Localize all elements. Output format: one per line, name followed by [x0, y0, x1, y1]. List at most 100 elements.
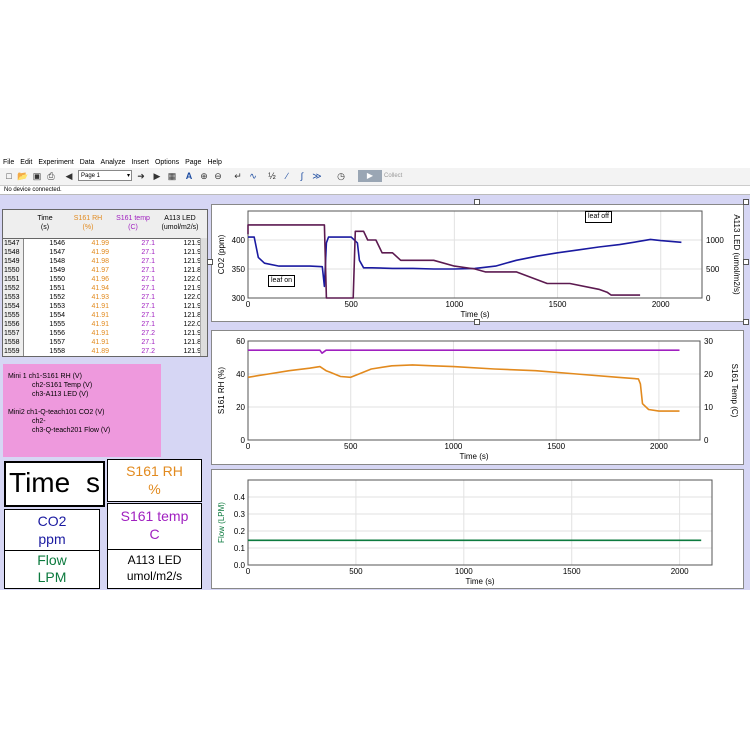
table-cell: 27.1	[141, 303, 155, 310]
table-row[interactable]: 1559 1558 41.89 27.2 121.9	[3, 347, 207, 356]
graph-resize-handle[interactable]	[743, 259, 749, 265]
column-header[interactable]: Time (s)	[25, 214, 65, 232]
row-number: 1553	[4, 294, 20, 301]
tangent-icon[interactable]: ∿	[247, 170, 259, 182]
column-header[interactable]: A113 LED (umol/m2/s)	[155, 214, 205, 232]
forward-arrow-icon[interactable]: ➜	[135, 170, 147, 182]
menu-item-file[interactable]: File	[0, 157, 17, 168]
series-line[interactable]	[248, 236, 682, 288]
graph-resize-handle[interactable]	[474, 319, 480, 325]
table-nav-icon[interactable]: ▶	[151, 170, 163, 182]
table-row[interactable]: 1556 1555 41.91 27.1 122.0	[3, 320, 207, 329]
time-meter-unit: s	[86, 467, 100, 498]
y-tick-label: 350	[232, 265, 246, 274]
open-folder-icon[interactable]: 📂	[17, 170, 29, 182]
table-row[interactable]: 1552 1551 41.94 27.1 121.9	[3, 284, 207, 293]
x-tick-label: 0	[246, 300, 251, 309]
y-right-tick-label: 500	[706, 265, 720, 274]
x-tick-label: 2000	[650, 442, 668, 451]
graph-resize-handle[interactable]	[474, 199, 480, 205]
table-cell: 1558	[49, 348, 65, 355]
table-row[interactable]: 1547 1546 41.99 27.1 121.9	[3, 239, 207, 248]
co2-meter[interactable]: CO2 ppm	[4, 509, 100, 551]
table-row[interactable]: 1554 1553 41.91 27.1 121.9	[3, 302, 207, 311]
linear-fit-icon[interactable]: ∕	[281, 170, 293, 182]
y-axis-label: Flow (LPM)	[217, 502, 226, 543]
note-line: Mini2 ch1-Q-teach101 CO2 (V)	[8, 409, 105, 416]
table-scrollbar[interactable]	[200, 238, 207, 356]
table-cell: 121.9	[183, 303, 201, 310]
back-arrow-icon[interactable]: ◀	[63, 170, 75, 182]
model-icon[interactable]: ≫	[311, 170, 323, 182]
series-line[interactable]	[247, 364, 680, 412]
table-row[interactable]: 1558 1557 41.91 27.1 121.8	[3, 338, 207, 347]
series-line[interactable]	[247, 224, 641, 299]
data-table[interactable]: Time (s) S161 RH (%) S161 temp (C) A113 LED (um…	[2, 209, 208, 357]
y-tick-label: 0.4	[234, 493, 246, 502]
table-row[interactable]: 1551 1550 41.96 27.1 122.0	[3, 275, 207, 284]
flow-meter[interactable]: Flow LPM	[4, 550, 100, 589]
leaf-off-annotation[interactable]: leaf off	[585, 211, 612, 223]
integral-icon[interactable]: ½	[266, 170, 278, 182]
led-meter-unit: umol/m2/s	[126, 569, 183, 583]
page-selector[interactable]: Page 1 ▾	[78, 170, 132, 181]
series-line[interactable]	[248, 349, 680, 355]
clock-icon[interactable]: ◷	[335, 170, 347, 182]
column-header[interactable]: S161 temp (C)	[111, 214, 155, 232]
table-row[interactable]: 1548 1547 41.99 27.1 121.9	[3, 248, 207, 257]
table-cell: 122.0	[183, 294, 201, 301]
rh-meter[interactable]: S161 RH %	[107, 459, 202, 502]
table-row[interactable]: 1550 1549 41.97 27.1 121.8	[3, 266, 207, 275]
table-row[interactable]: 1549 1548 41.98 27.1 121.9	[3, 257, 207, 266]
new-file-icon[interactable]: □	[3, 170, 15, 182]
menu-item-experiment[interactable]: Experiment	[35, 157, 76, 168]
curve-fit-icon[interactable]: ∫	[296, 170, 308, 182]
time-meter[interactable]: Time s	[4, 461, 105, 507]
menu-item-analyze[interactable]: Analyze	[98, 157, 129, 168]
graph-resize-handle[interactable]	[207, 259, 213, 265]
row-number: 1549	[4, 258, 20, 265]
x-tick-label: 500	[349, 567, 363, 576]
menu-item-page[interactable]: Page	[182, 157, 204, 168]
rh-temp-graph[interactable]: 0 500 1000 1500 2000 0 20 40 60 0 10 20 30 Time (s) S1…	[211, 330, 744, 465]
menu-item-edit[interactable]: Edit	[17, 157, 35, 168]
menu-item-data[interactable]: Data	[77, 157, 98, 168]
column-header-name: S161 temp	[116, 215, 150, 222]
x-axis-label: Time (s)	[459, 452, 488, 461]
table-cell: 41.98	[91, 258, 109, 265]
print-icon[interactable]: ⎙	[45, 170, 57, 182]
table-row[interactable]: 1555 1554 41.91 27.1 121.8	[3, 311, 207, 320]
y-tick-label: 300	[232, 294, 246, 303]
note-line	[8, 399, 161, 408]
y-tick-label: 40	[236, 370, 245, 379]
row-number: 1558	[4, 339, 20, 346]
table-cell: 41.97	[91, 267, 109, 274]
calculator-icon[interactable]: ▦	[166, 170, 178, 182]
table-row[interactable]: 1553 1552 41.93 27.1 122.0	[3, 293, 207, 302]
graph-resize-handle[interactable]	[743, 199, 749, 205]
menu-item-help[interactable]: Help	[204, 157, 224, 168]
autoscale-icon[interactable]: A	[183, 170, 195, 182]
led-meter[interactable]: A113 LED umol/m2/s	[107, 549, 202, 589]
table-cell: 1548	[49, 258, 65, 265]
column-header-unit: (%)	[82, 224, 94, 231]
table-cell: 122.0	[183, 276, 201, 283]
zoom-in-icon[interactable]: ⊕	[198, 170, 210, 182]
menu-item-options[interactable]: Options	[152, 157, 182, 168]
zoom-out-icon[interactable]: ⊖	[212, 170, 224, 182]
rh-meter-unit: %	[148, 481, 161, 497]
examine-icon[interactable]: ↵	[232, 170, 244, 182]
column-header[interactable]: S161 RH (%)	[67, 214, 109, 232]
y-right-axis-label: S161 Temp (C)	[730, 364, 739, 418]
collect-button[interactable]: ▶	[358, 170, 382, 182]
flow-graph[interactable]: 0 500 1000 1500 2000 0.0 0.1 0.2 0.3 0.4 Time (s) F…	[211, 469, 744, 589]
temp-meter[interactable]: S161 temp C	[107, 503, 202, 550]
leaf-on-annotation[interactable]: leaf on	[268, 275, 296, 287]
save-icon[interactable]: ▣	[31, 170, 43, 182]
co2-led-graph[interactable]: 0 500 1000 1500 2000 300 350 400 0 500 1000 Time (s…	[211, 204, 744, 322]
table-row[interactable]: 1557 1556 41.91 27.2 121.9	[3, 329, 207, 338]
graph-resize-handle[interactable]	[743, 319, 749, 325]
rh-meter-label: S161 RH	[126, 463, 183, 479]
menu-item-insert[interactable]: Insert	[128, 157, 152, 168]
sensor-notes[interactable]: Mini 1 ch1-S161 RH (V) ch2-S161 Temp (V) c…	[3, 364, 161, 457]
